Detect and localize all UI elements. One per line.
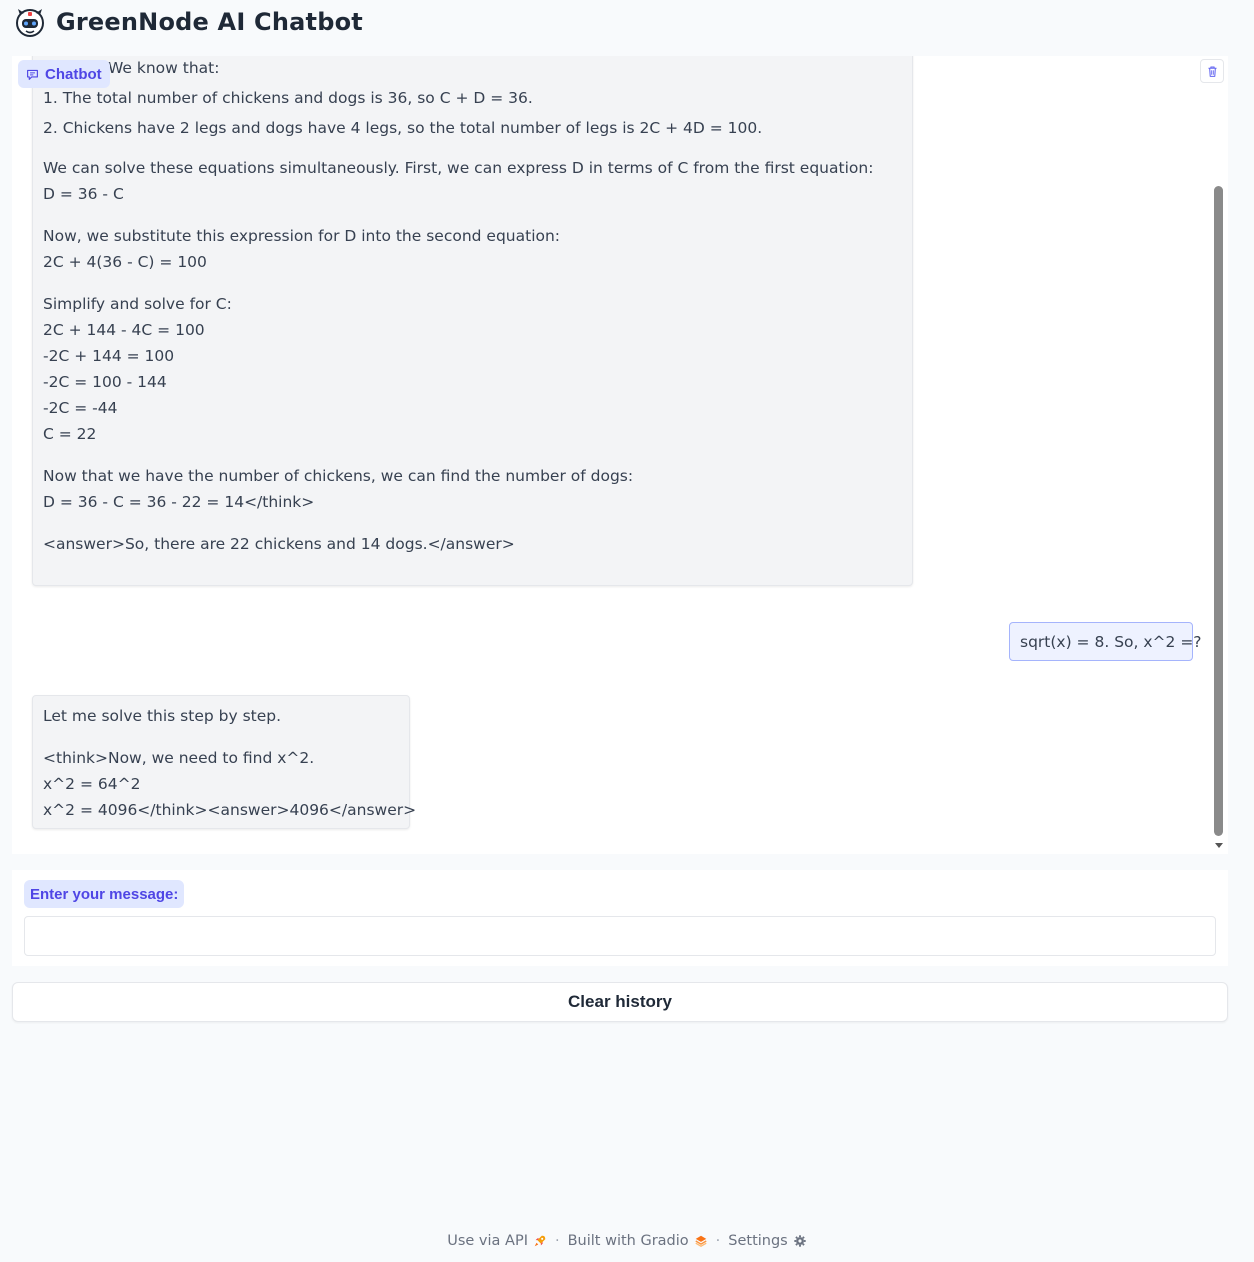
trash-icon xyxy=(1207,66,1217,77)
message-list: 1. The total number of chickens and dogs… xyxy=(43,83,902,143)
message-line: Now, we substitute this expression for D… xyxy=(43,227,561,245)
clear-history-button[interactable]: Clear history xyxy=(12,982,1228,1022)
message-line: Simplify and solve for C: xyxy=(43,295,232,313)
list-item: 1. The total number of chickens and dogs… xyxy=(43,89,533,107)
message-line: D = 36 - C = 36 - 22 = 14</think> xyxy=(43,493,315,511)
message-line: <think>We know that: xyxy=(43,59,220,77)
rocket-icon xyxy=(534,1235,546,1247)
settings-label: Settings xyxy=(728,1233,788,1249)
built-with-gradio-label: Built with Gradio xyxy=(567,1233,689,1249)
app-title: GreenNode AI Chatbot xyxy=(56,8,363,36)
chatbot-panel: Chatbot <think>We know that: 1. The tota… xyxy=(12,56,1228,854)
message-line: 2C + 144 - 4C = 100 xyxy=(43,321,205,339)
bot-message: <think>We know that: 1. The total number… xyxy=(32,56,913,586)
message-line: C = 22 xyxy=(43,425,97,443)
scroll-down-arrow[interactable] xyxy=(1215,843,1223,848)
message-line: Now that we have the number of chickens,… xyxy=(43,467,634,485)
clear-chat-button[interactable] xyxy=(1200,59,1224,83)
message-line: x^2 = 64^2 xyxy=(43,775,141,793)
message-line: -2C = -44 xyxy=(43,399,118,417)
message-paragraph: Now, we substitute this expression for D… xyxy=(43,223,902,275)
message-line: -2C = 100 - 144 xyxy=(43,373,167,391)
message-line: 2C + 4(36 - C) = 100 xyxy=(43,253,207,271)
chatbot-label-text: Chatbot xyxy=(45,65,102,83)
bot-message: Let me solve this step by step. <think>N… xyxy=(32,695,417,829)
message-line: <think>Now, we need to find x^2. xyxy=(43,749,315,767)
user-message: sqrt(x) = 8. So, x^2 =? xyxy=(1009,622,1202,661)
message-line: D = 36 - C xyxy=(43,185,124,203)
chat-bubble-icon xyxy=(27,69,38,80)
settings-link[interactable]: Settings xyxy=(728,1233,806,1249)
footer-separator: · xyxy=(554,1233,560,1249)
message-input-label: Enter your message: xyxy=(24,880,185,908)
footer-separator: · xyxy=(715,1233,721,1249)
message-paragraph: Simplify and solve for C: 2C + 144 - 4C … xyxy=(43,291,902,447)
message-input[interactable] xyxy=(24,916,1216,956)
use-via-api-link[interactable]: Use via API xyxy=(447,1233,547,1249)
footer: Use via API · Built with Gradio · Settin… xyxy=(0,1229,1254,1253)
robot-logo-icon xyxy=(16,9,44,37)
message-line: <answer>So, there are 22 chickens and 14… xyxy=(43,535,515,553)
list-item: 2. Chickens have 2 legs and dogs have 4 … xyxy=(43,119,763,137)
chat-scrollbar[interactable] xyxy=(1212,62,1224,848)
chatbot-label: Chatbot xyxy=(18,60,110,88)
app-header: GreenNode AI Chatbot xyxy=(14,4,363,40)
gradio-logo-icon xyxy=(695,1235,707,1248)
message-line: x^2 = 4096</think><answer>4096</answer> xyxy=(43,801,417,819)
scroll-thumb[interactable] xyxy=(1214,186,1223,836)
gear-icon xyxy=(794,1235,806,1247)
use-via-api-label: Use via API xyxy=(447,1233,528,1249)
message-line: We can solve these equations simultaneou… xyxy=(43,159,874,177)
message-line: -2C + 144 = 100 xyxy=(43,347,175,365)
message-line: sqrt(x) = 8. So, x^2 =? xyxy=(1020,633,1202,651)
message-paragraph: Now that we have the number of chickens,… xyxy=(43,463,902,515)
message-paragraph: <answer>So, there are 22 chickens and 14… xyxy=(43,531,902,557)
message-line: Let me solve this step by step. xyxy=(43,707,282,725)
built-with-gradio-link[interactable]: Built with Gradio xyxy=(568,1233,708,1249)
message-paragraph: <think>Now, we need to find x^2. x^2 = 6… xyxy=(43,745,417,823)
message-paragraph: We can solve these equations simultaneou… xyxy=(43,155,902,207)
message-paragraph: Let me solve this step by step. xyxy=(43,703,399,729)
message-input-block: Enter your message: xyxy=(12,870,1228,966)
